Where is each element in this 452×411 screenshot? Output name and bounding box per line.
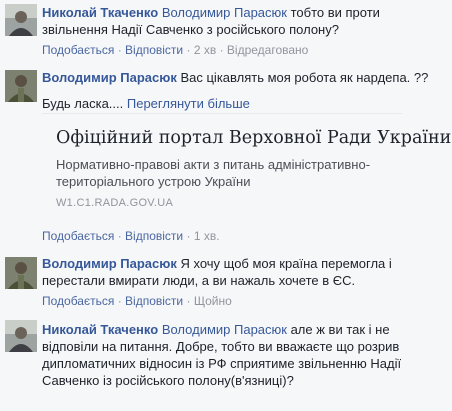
comment-author[interactable]: Николай Ткаченко	[42, 322, 158, 337]
comment-mention[interactable]: Володимир Парасюк	[162, 5, 287, 20]
separator: ·	[117, 294, 122, 308]
comment-author[interactable]: Володимир Парасюк	[42, 256, 177, 271]
comment-text: Николай Ткаченко Володимир Парасюк але ж…	[42, 321, 442, 389]
comment-body-2: Будь ласка....	[42, 96, 124, 111]
separator: ·	[219, 43, 224, 57]
comment-text-continued: Будь ласка.... Переглянути більше	[42, 95, 442, 112]
see-more-link[interactable]: Переглянути більше	[127, 96, 250, 111]
like-link[interactable]: Подобається	[42, 43, 114, 57]
avatar-volodymyr[interactable]	[5, 257, 37, 289]
timestamp[interactable]: 2 хв	[194, 43, 216, 57]
comment-text: Николай Ткаченко Володимир Парасюк тобто…	[42, 4, 442, 38]
timestamp[interactable]: 1 хв.	[194, 229, 220, 243]
link-preview-title[interactable]: Офіційний портал Верховної Ради України	[56, 128, 451, 148]
comment-actions: Подобається · Відповісти · 2 хв · Відред…	[42, 43, 308, 58]
comment-author[interactable]: Николай Ткаченко	[42, 5, 158, 20]
like-link[interactable]: Подобається	[42, 294, 114, 308]
timestamp[interactable]: Щойно	[194, 294, 232, 308]
avatar-nikolai[interactable]	[5, 4, 37, 36]
separator: ·	[117, 43, 122, 57]
link-preview-description: Нормативно-правові акти з питань адмініс…	[56, 157, 371, 189]
link-preview-domain: W1.C1.RADA.GOV.UA	[56, 197, 174, 209]
avatar-nikolai[interactable]	[5, 320, 37, 352]
comment-text: Володимир Парасюк Я хочу щоб моя країна …	[42, 255, 442, 289]
comment-actions: Подобається · Відповісти · Щойно	[42, 294, 232, 309]
comment-text: Володимир Парасюк Вас цікавлять моя робо…	[42, 69, 442, 86]
separator: ·	[186, 43, 191, 57]
separator: ·	[186, 229, 191, 243]
reply-link[interactable]: Відповісти	[125, 229, 183, 243]
comment-actions: Подобається · Відповісти · 1 хв.	[42, 229, 220, 244]
separator: ·	[186, 294, 191, 308]
avatar-volodymyr[interactable]	[5, 70, 37, 102]
reply-link[interactable]: Відповісти	[125, 294, 183, 308]
reply-link[interactable]: Відповісти	[125, 43, 183, 57]
comment-author[interactable]: Володимир Парасюк	[42, 70, 177, 85]
comment-mention[interactable]: Володимир Парасюк	[162, 322, 287, 337]
like-link[interactable]: Подобається	[42, 229, 114, 243]
comment-body: Вас цікавлять моя робота як нардепа. ??	[176, 70, 429, 85]
edited-label[interactable]: Відредаговано	[227, 43, 308, 57]
link-preview[interactable]: Офіційний портал Верховної Ради України …	[42, 113, 451, 218]
separator: ·	[117, 229, 122, 243]
